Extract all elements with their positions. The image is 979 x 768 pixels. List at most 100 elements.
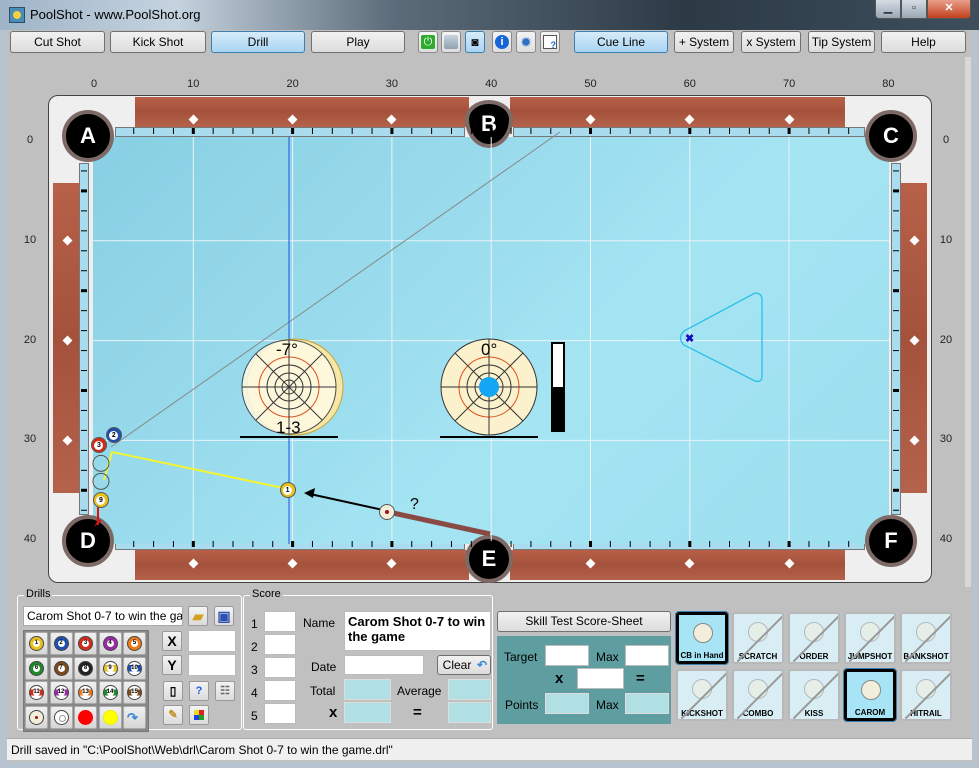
cue-annotation: ?: [410, 496, 419, 513]
ruler-tick: [893, 210, 899, 212]
redo-button[interactable]: ↷: [123, 705, 146, 729]
speed-bar[interactable]: [551, 342, 565, 432]
edit-notes-button[interactable]: ✎: [163, 705, 183, 725]
skill-test-score-sheet-button[interactable]: Skill Test Score-Sheet: [497, 611, 671, 632]
ruler-tick: [81, 509, 87, 511]
ball-button-14[interactable]: 14: [98, 681, 122, 704]
cue-ball-button[interactable]: [25, 705, 48, 729]
ruler-tick: [550, 128, 552, 134]
help-doc-icon: ?: [195, 685, 203, 697]
cue-ball-direction-line: [309, 493, 384, 511]
ball-number: 1: [283, 486, 293, 496]
equals-sign: =: [413, 704, 422, 721]
ball-number: 8: [82, 664, 89, 672]
ruler-tick: [431, 128, 433, 134]
x-coordinate-input[interactable]: [188, 630, 236, 652]
ball-button-10[interactable]: 10: [123, 656, 146, 680]
score-row-input[interactable]: [264, 680, 296, 701]
option-kiss[interactable]: KISS: [788, 669, 840, 721]
ruler-tick: [893, 270, 899, 272]
color-palette-button[interactable]: [189, 705, 209, 725]
option-combo[interactable]: COMBO: [732, 669, 784, 721]
option-scratch[interactable]: SCRATCH: [732, 612, 784, 664]
option-label: CB in Hand: [680, 651, 724, 660]
open-drill-button[interactable]: ▰: [188, 606, 208, 626]
option-hitrail[interactable]: HITRAIL: [900, 669, 952, 721]
ball-button-12[interactable]: 12: [49, 681, 73, 704]
cue-ball-dot: [384, 510, 389, 515]
ruler-tick: [450, 128, 452, 134]
target-input[interactable]: [545, 645, 589, 666]
score-row-input[interactable]: [264, 703, 296, 724]
cushion-ruler-ticks: [81, 128, 899, 547]
ruler-tick: [848, 541, 850, 547]
target-label: Target: [504, 650, 538, 664]
ball-number: 6: [33, 664, 40, 672]
ball-button-6[interactable]: 6: [25, 656, 48, 680]
ruler-tick: [81, 330, 87, 332]
option-bankshot[interactable]: BANKSHOT: [900, 612, 952, 664]
max-input[interactable]: [625, 645, 669, 666]
ruler-tick: [252, 541, 254, 547]
score-name-input[interactable]: Carom Shot 0-7 to win the game: [344, 611, 491, 651]
y-button[interactable]: Y: [162, 655, 182, 675]
ruler-tick: [133, 541, 135, 547]
drill-name-input[interactable]: Carom Shot 0-7 to win the game: [23, 606, 183, 626]
ball-button-13[interactable]: 13: [74, 681, 97, 704]
clear-button[interactable]: Clear ↶: [437, 655, 491, 675]
skill-equals-sign: =: [636, 670, 645, 687]
ball-button-2[interactable]: 2: [49, 632, 73, 655]
option-kickshot[interactable]: KICKSHOT: [676, 669, 728, 721]
option-label: JUMPSHOT: [847, 652, 893, 661]
ball-button-15[interactable]: 15: [123, 681, 146, 704]
ball-number: 15: [131, 689, 138, 696]
ball-button-1[interactable]: 1: [25, 632, 48, 655]
average-label: Average: [397, 684, 442, 698]
option-carom[interactable]: CAROM: [843, 668, 897, 722]
save-drill-button[interactable]: ▣: [214, 606, 234, 626]
ruler-tick: [311, 541, 313, 547]
object-ball-1[interactable]: 1: [279, 482, 296, 499]
red-marker-button[interactable]: [74, 705, 97, 729]
y-coordinate-input[interactable]: [188, 654, 236, 676]
ball-button-3[interactable]: 3: [74, 632, 97, 655]
ball-button-8[interactable]: 8: [74, 656, 97, 680]
yellow-marker-button[interactable]: [98, 705, 122, 729]
ruler-tick: [272, 541, 274, 547]
ball-number: 4: [106, 640, 114, 647]
total-field: [344, 679, 391, 700]
ball-number: 3: [94, 441, 104, 451]
ball-button-4[interactable]: 4: [98, 632, 122, 655]
option-cb-in-hand[interactable]: CB in Hand: [675, 611, 729, 665]
ball-button-7[interactable]: 7: [49, 656, 73, 680]
new-drill-button[interactable]: ▯: [163, 681, 183, 701]
ball-button-9[interactable]: 9: [98, 656, 122, 680]
ruler-tick: [748, 541, 750, 547]
ghost-ball-button[interactable]: [49, 705, 73, 729]
ball-button-5[interactable]: 5: [123, 632, 146, 655]
multiplier-input[interactable]: [577, 668, 624, 689]
option-label: ORDER: [799, 652, 829, 661]
ruler-tick: [589, 128, 592, 134]
ruler-tick: [212, 128, 214, 134]
date-label: Date: [311, 660, 337, 674]
date-input[interactable]: [344, 655, 424, 675]
option-jumpshot[interactable]: JUMPSHOT: [844, 612, 896, 664]
x-button[interactable]: X: [162, 631, 182, 651]
score-row-input[interactable]: [264, 657, 296, 678]
ball-button-11[interactable]: 11: [25, 681, 48, 704]
ruler-tick: [470, 541, 472, 547]
cue-tip-position: [479, 377, 499, 397]
drill-help-button[interactable]: ?: [189, 681, 209, 701]
option-order[interactable]: ORDER: [788, 612, 840, 664]
total-label: Total: [310, 684, 336, 698]
ruler-tick: [530, 541, 532, 547]
ruler-tick: [893, 289, 899, 293]
ruler-tick: [629, 541, 631, 547]
ruler-tick: [390, 541, 394, 547]
drill-list-button[interactable]: ☷: [215, 681, 235, 701]
score-row-input[interactable]: [264, 611, 296, 632]
option-label: CAROM: [854, 708, 886, 717]
score-row-label: 4: [251, 686, 258, 700]
score-row-input[interactable]: [264, 634, 296, 655]
